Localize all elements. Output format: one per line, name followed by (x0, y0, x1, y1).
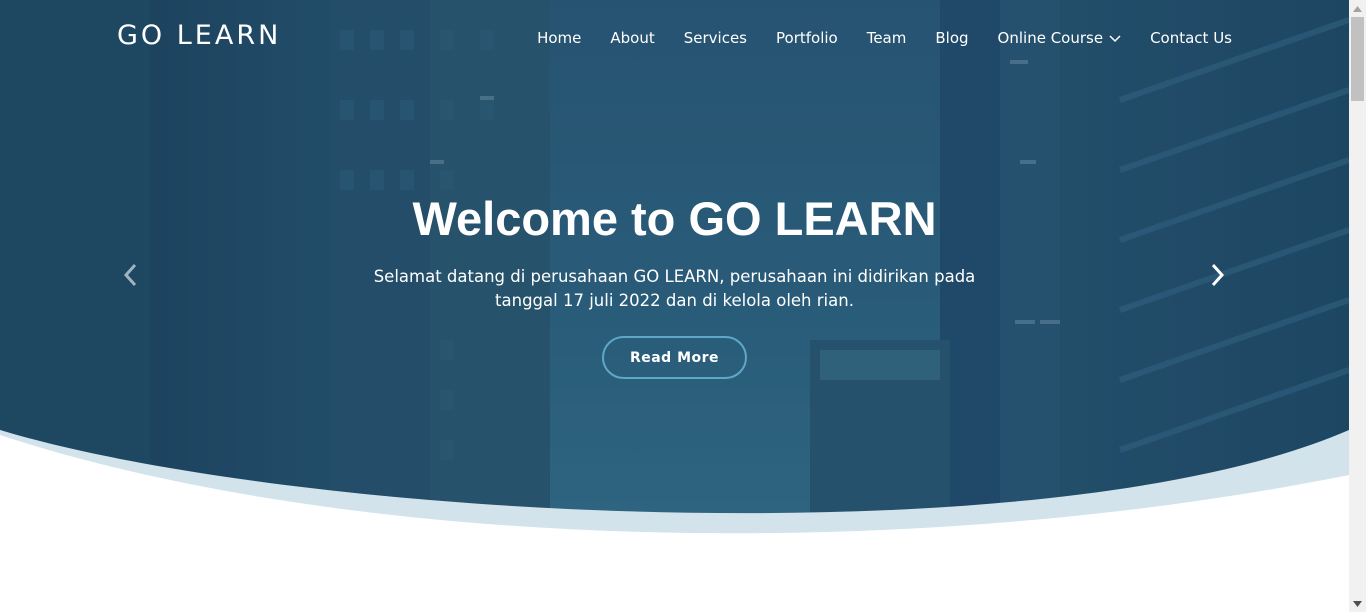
nav-item-portfolio[interactable]: Portfolio (776, 29, 838, 47)
triangle-down-icon (1353, 600, 1362, 607)
nav-item-blog[interactable]: Blog (935, 29, 968, 47)
nav-item-contact-us[interactable]: Contact Us (1150, 29, 1232, 47)
nav-item-label: Services (683, 29, 747, 47)
nav-item-label: Home (537, 29, 582, 47)
hero-subtitle: Selamat datang di perusahaan GO LEARN, p… (373, 266, 976, 310)
nav-item-label: Portfolio (776, 29, 838, 47)
carousel-next-button[interactable] (1204, 262, 1230, 288)
hero-title: Welcome to GO LEARN (412, 192, 937, 246)
nav-item-team[interactable]: Team (867, 29, 907, 47)
nav-item-label: Blog (935, 29, 969, 47)
nav-item-label: Online Course (997, 29, 1104, 47)
carousel-prev-button[interactable] (118, 262, 144, 288)
site-header: GO LEARN Home About Services Portfolio T… (0, 0, 1349, 76)
nav-item-home[interactable]: Home (537, 29, 581, 47)
nav-item-label: Team (866, 29, 907, 47)
site-logo[interactable]: GO LEARN (117, 20, 281, 51)
nav-item-services[interactable]: Services (684, 29, 747, 47)
nav-item-online-course[interactable]: Online Course (998, 29, 1122, 47)
hero-section: GO LEARN Home About Services Portfolio T… (0, 0, 1349, 560)
scroll-up-button[interactable] (1349, 0, 1366, 17)
nav-item-label: Contact Us (1150, 29, 1232, 47)
chevron-down-icon (1109, 35, 1121, 43)
main-nav: Home About Services Portfolio Team Blog … (508, 29, 1232, 47)
nav-item-about[interactable]: About (610, 29, 654, 47)
read-more-button[interactable]: Read More (602, 336, 747, 379)
chevron-left-icon (123, 263, 137, 287)
vertical-scrollbar[interactable] (1349, 0, 1366, 612)
nav-item-label: About (610, 29, 655, 47)
chevron-right-icon (1211, 263, 1225, 287)
scroll-down-button[interactable] (1349, 595, 1366, 612)
triangle-up-icon (1353, 5, 1362, 12)
page-viewport: GO LEARN Home About Services Portfolio T… (0, 0, 1349, 612)
scrollbar-thumb[interactable] (1351, 17, 1364, 101)
